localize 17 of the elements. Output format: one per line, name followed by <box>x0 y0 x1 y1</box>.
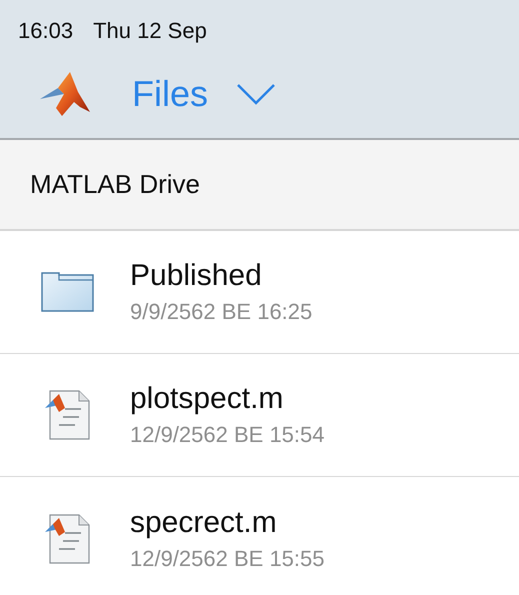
file-name: specrect.m <box>130 508 278 538</box>
script-file-icon <box>45 390 91 440</box>
script-file-icon <box>45 514 91 564</box>
modified-date: 12/9/2562 BE 15:55 <box>130 548 324 570</box>
file-row[interactable]: Published 9/9/2562 BE 16:25 <box>0 231 519 354</box>
file-name: plotspect.m <box>130 384 284 414</box>
modified-date: 12/9/2562 BE 15:54 <box>130 424 324 446</box>
file-row[interactable]: specrect.m 12/9/2562 BE 15:55 <box>0 477 519 595</box>
status-date: Thu 12 Sep <box>93 17 207 45</box>
folder-icon <box>41 272 95 312</box>
chevron-down-icon <box>236 83 276 105</box>
file-row[interactable]: plotspect.m 12/9/2562 BE 15:54 <box>0 354 519 477</box>
modified-date: 9/9/2562 BE 16:25 <box>130 301 312 323</box>
status-time: 16:03 <box>18 17 74 45</box>
logo-icon <box>40 72 90 116</box>
breadcrumb[interactable]: MATLAB Drive <box>30 165 200 204</box>
file-name: Published <box>130 261 263 291</box>
